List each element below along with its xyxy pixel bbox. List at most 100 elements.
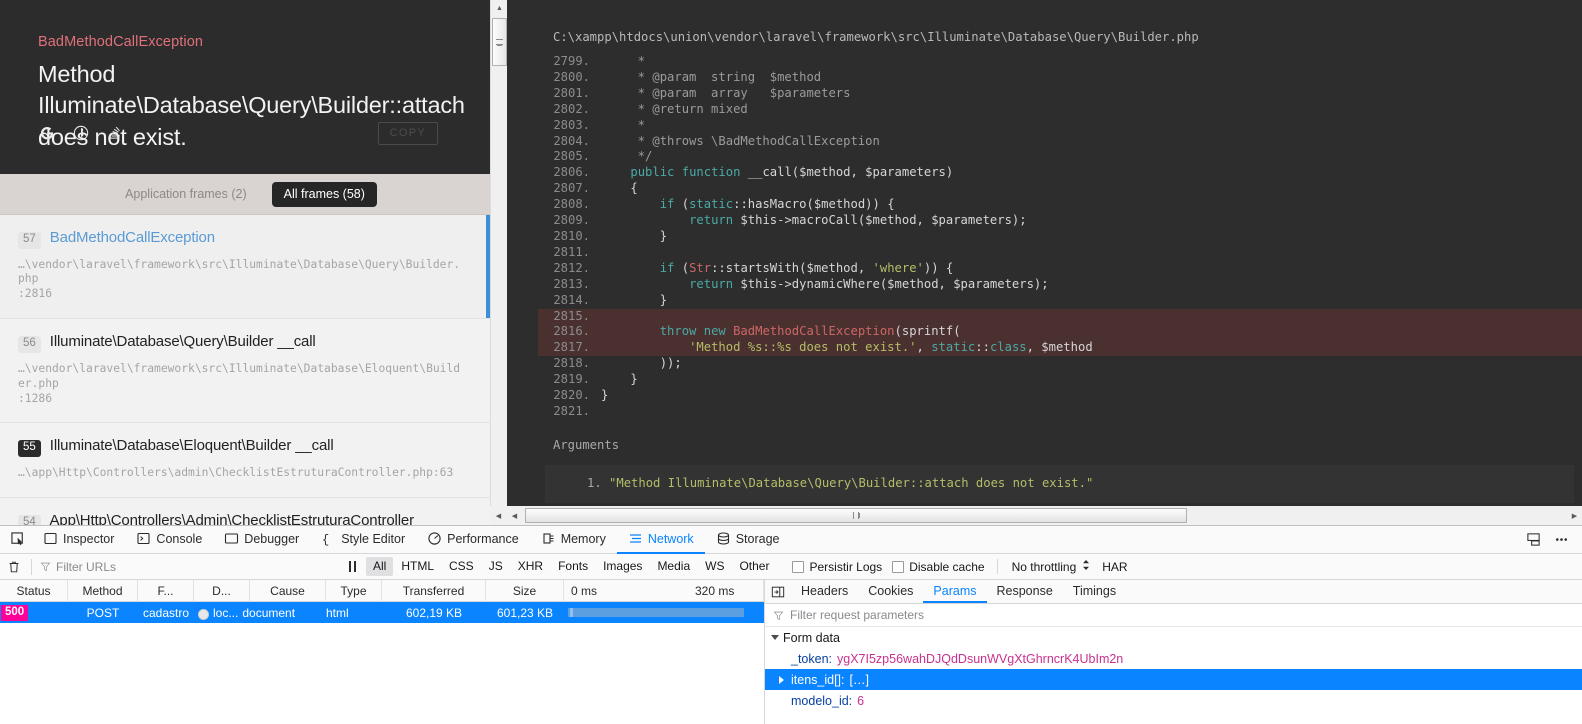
- responsive-design-mode-icon[interactable]: [1520, 528, 1546, 552]
- left-hscroll-corner[interactable]: ◀: [490, 506, 507, 525]
- performance-icon: [427, 531, 442, 546]
- param-value: 6: [857, 693, 865, 708]
- network-request-list[interactable]: Status Method F... D... Cause Type Trans…: [0, 580, 765, 724]
- network-icon: [628, 531, 643, 546]
- detail-tab-timings[interactable]: Timings: [1063, 580, 1126, 603]
- filter-ws[interactable]: WS: [698, 557, 731, 576]
- filter-params-input[interactable]: Filter request parameters: [765, 604, 1582, 627]
- cell-size: 601,23 KB: [496, 605, 554, 620]
- meatball-menu-icon[interactable]: [1548, 528, 1574, 552]
- stackoverflow-search-icon[interactable]: [106, 124, 124, 142]
- request-details-panel: Headers Cookies Params Response Timings Filt…: [765, 580, 1582, 724]
- tab-console[interactable]: Console: [125, 526, 213, 554]
- table-row[interactable]: 55 Illuminate\Database\Eloquent\Builder …: [0, 423, 490, 498]
- list-item[interactable]: itens_id[]: […]: [765, 669, 1582, 690]
- filter-images[interactable]: Images: [596, 557, 649, 576]
- tab-performance[interactable]: Performance: [416, 526, 530, 554]
- code-line: 2806. public function __call($method, $p…: [538, 165, 1582, 181]
- tab-style-editor[interactable]: { } Style Editor: [310, 526, 416, 554]
- checkbox-box[interactable]: [892, 560, 905, 573]
- tab-debugger[interactable]: Debugger: [213, 526, 310, 554]
- column-transferred[interactable]: Transferred: [382, 580, 486, 602]
- hscroll-thumb[interactable]: [525, 508, 1187, 523]
- code-line: 2813. return $this->dynamicWhere($method…: [538, 277, 1582, 293]
- application-frames-toggle[interactable]: Application frames (2): [113, 182, 259, 207]
- scrollbar-thumb[interactable]: [492, 18, 507, 66]
- table-row[interactable]: 500 POST cadastro loc... document html 6…: [0, 602, 764, 623]
- checkbox-box[interactable]: [792, 560, 805, 573]
- network-table-header[interactable]: Status Method F... D... Cause Type Trans…: [0, 580, 764, 602]
- table-row[interactable]: 57 BadMethodCallException …\vendor\larav…: [0, 215, 490, 320]
- params-list[interactable]: _token: ygX7I5zp56wahDJQdDsunWVgXtGhrncrK…: [765, 648, 1582, 711]
- detail-tab-params[interactable]: Params: [923, 580, 987, 603]
- filter-fonts[interactable]: Fonts: [551, 557, 595, 576]
- column-type[interactable]: Type: [326, 580, 382, 602]
- details-tabs[interactable]: Headers Cookies Params Response Timings: [765, 580, 1582, 604]
- column-cause[interactable]: Cause: [250, 580, 326, 602]
- column-status[interactable]: Status: [0, 580, 68, 602]
- filter-media[interactable]: Media: [650, 557, 697, 576]
- code-horizontal-scrollbar[interactable]: ◀ ▶: [507, 506, 1582, 525]
- chevron-down-icon[interactable]: [771, 635, 779, 640]
- column-method[interactable]: Method: [68, 580, 138, 602]
- code-line: 2820.}: [538, 388, 1582, 404]
- filter-xhr[interactable]: XHR: [511, 557, 550, 576]
- line-number: 2818.: [553, 356, 590, 371]
- disable-cache-checkbox[interactable]: Disable cache: [892, 559, 985, 574]
- tab-inspector[interactable]: Inspector: [32, 526, 125, 554]
- filter-other[interactable]: Other: [732, 557, 776, 576]
- scroll-left-icon[interactable]: ◀: [507, 506, 522, 525]
- tab-network[interactable]: Network: [616, 526, 705, 554]
- column-file[interactable]: F...: [138, 580, 194, 602]
- copy-button[interactable]: COPY: [377, 122, 438, 145]
- table-row[interactable]: 54 App\Http\Controllers\Admin\ChecklistE…: [0, 497, 490, 525]
- style-editor-icon: { }: [321, 531, 336, 546]
- tab-label: Network: [647, 531, 694, 546]
- har-menu-button[interactable]: HAR: [1090, 560, 1127, 574]
- argument-index: 1.: [587, 475, 602, 490]
- filter-urls-placeholder: Filter URLs: [56, 559, 117, 574]
- expand-panel-icon[interactable]: [765, 580, 791, 603]
- code-line: 2800. * @param string $method: [538, 70, 1582, 86]
- column-size[interactable]: Size: [486, 580, 564, 602]
- detail-tab-response[interactable]: Response: [987, 580, 1063, 603]
- pause-requests-button[interactable]: [335, 561, 366, 572]
- list-item[interactable]: modelo_id: 6: [765, 690, 1582, 711]
- detail-tab-cookies[interactable]: Cookies: [858, 580, 923, 603]
- all-frames-toggle[interactable]: All frames (58): [271, 181, 377, 207]
- filter-js[interactable]: JS: [482, 557, 510, 576]
- filter-urls-input[interactable]: Filter URLs: [35, 560, 335, 574]
- chevron-right-icon[interactable]: [779, 675, 791, 684]
- duckduckgo-search-icon[interactable]: [72, 124, 90, 142]
- tab-label: Debugger: [244, 531, 300, 546]
- google-search-icon[interactable]: [38, 124, 56, 142]
- clear-requests-icon[interactable]: [0, 554, 28, 579]
- filter-all[interactable]: All: [366, 557, 394, 576]
- details-tab-strip[interactable]: Headers Cookies Params Response Timings: [791, 580, 1126, 603]
- page-scrollbar[interactable]: ▲ ▼: [490, 0, 507, 525]
- column-domain[interactable]: D...: [194, 580, 250, 602]
- table-row[interactable]: 56 Illuminate\Database\Query\Builder __c…: [0, 319, 490, 424]
- line-number: 2809.: [553, 213, 590, 228]
- list-item[interactable]: _token: ygX7I5zp56wahDJQdDsunWVgXtGhrncrK…: [765, 648, 1582, 669]
- request-type-filters[interactable]: All HTML CSS JS XHR Fonts Images Media WS Other: [366, 557, 776, 576]
- hscroll-track[interactable]: [522, 506, 1567, 525]
- tab-memory[interactable]: Memory: [530, 526, 617, 554]
- scroll-up-icon[interactable]: ▲: [491, 0, 508, 17]
- line-number: 2800.: [553, 69, 590, 84]
- throttling-select[interactable]: No throttling: [998, 559, 1091, 574]
- disable-cache-label: Disable cache: [909, 559, 985, 574]
- element-picker-icon[interactable]: [4, 527, 32, 553]
- detail-tab-headers[interactable]: Headers: [791, 580, 858, 603]
- persist-logs-checkbox[interactable]: Persistir Logs: [792, 560, 882, 574]
- scroll-right-icon[interactable]: ▶: [1567, 506, 1582, 525]
- devtools-tabs[interactable]: Inspector Console Debugger { } Style Editor P…: [32, 526, 790, 554]
- network-filter-bar: Filter URLs All HTML CSS JS XHR Fonts Images Me…: [0, 554, 1582, 580]
- tab-storage[interactable]: Storage: [705, 526, 791, 554]
- frame-name: Illuminate\Database\Query\Builder __call: [49, 333, 316, 351]
- code-lines[interactable]: 2799. * 2800. * @param string $method 2801…: [507, 54, 1582, 420]
- stack-frames-list[interactable]: 57 BadMethodCallException …\vendor\larav…: [0, 215, 490, 525]
- filter-css[interactable]: CSS: [442, 557, 481, 576]
- form-data-group[interactable]: Form data: [765, 627, 1582, 648]
- filter-html[interactable]: HTML: [394, 557, 441, 576]
